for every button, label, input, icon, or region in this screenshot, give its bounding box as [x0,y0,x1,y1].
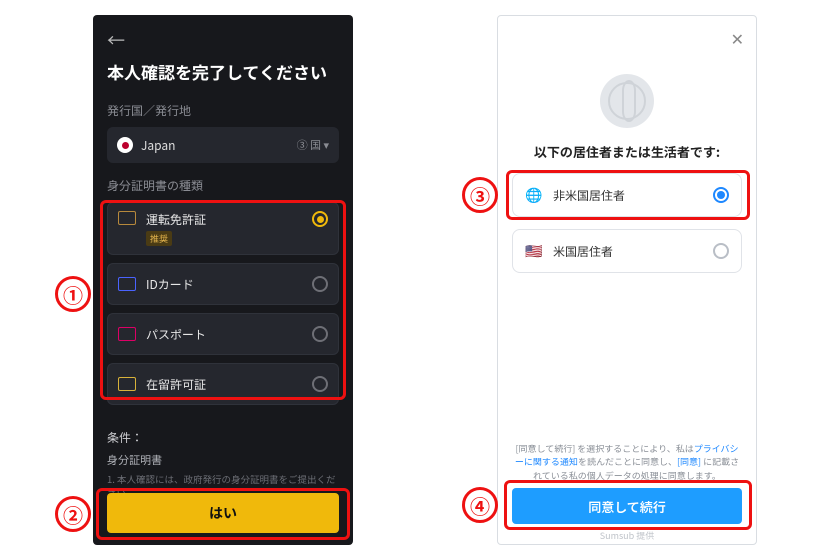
globe-small-icon: 🌐 [525,185,543,205]
kyc-dark-screen: ← 本人確認を完了してください 発行国／発行地 Japan ③ 国 ▾ 身分証明… [93,15,353,545]
us-flag-icon: 🇺🇸 [525,241,543,261]
country-section-label: 発行国／発行地 [107,102,339,119]
annotation-marker-3: ③ [462,177,498,213]
annotation-marker-4: ④ [462,487,498,523]
residency-option-us[interactable]: 🇺🇸 米国居住者 [512,229,742,273]
passport-icon [118,327,136,341]
back-icon[interactable]: ← [107,27,339,53]
agree-link[interactable]: [同意] [677,455,701,468]
residency-screen: ✕ 以下の居住者または生活者です: 🌐 非米国居住者 🇺🇸 米国居住者 [同意し… [497,15,757,545]
radio-unselected-icon [312,276,328,292]
japan-flag-icon [117,137,133,153]
doc-label: 在留許可証 [146,376,302,393]
doc-option-residence-permit[interactable]: 在留許可証 [107,363,339,405]
license-icon [118,211,136,225]
doc-option-passport[interactable]: パスポート [107,313,339,355]
country-name: Japan [141,137,175,154]
option-label: 米国居住者 [553,243,703,260]
radio-unselected-icon [312,326,328,342]
option-label: 非米国居住者 [553,187,703,204]
annotation-marker-2: ② [55,496,91,532]
doc-label: パスポート [146,326,302,343]
residence-permit-icon [118,377,136,391]
annotation-marker-1: ① [55,276,91,312]
recommended-tag: 推奨 [146,231,172,246]
residency-option-non-us[interactable]: 🌐 非米国居住者 [512,173,742,217]
country-selector[interactable]: Japan ③ 国 ▾ [107,127,339,163]
doc-option-drivers-license[interactable]: 運転免許証 推奨 [107,202,339,255]
country-dropdown-indicator: ③ 国 ▾ [297,137,329,153]
doc-label: 運転免許証 推奨 [146,211,302,246]
provider-label: Sumsub 提供 [498,529,756,542]
conditions-section: 身分証明書 [107,452,339,468]
document-type-list: 運転免許証 推奨 IDカード パスポート 在留許可証 [107,202,339,405]
globe-icon [600,74,654,128]
page-title: 本人確認を完了してください [107,59,339,84]
doc-label: IDカード [146,276,302,293]
conditions-title: 条件： [107,429,339,446]
radio-unselected-icon [312,376,328,392]
doc-option-id-card[interactable]: IDカード [107,263,339,305]
close-icon[interactable]: ✕ [731,26,744,50]
radio-selected-icon [312,211,328,227]
id-card-icon [118,277,136,291]
agree-continue-button[interactable]: 同意して続行 [512,488,742,524]
radio-selected-icon [713,187,729,203]
consent-text: [同意して続行] を選択することにより、私はプライバシーに関する通知を読んだこと… [512,442,742,483]
residency-heading: 以下の居住者または生活者です: [512,142,742,161]
radio-unselected-icon [713,243,729,259]
yes-button[interactable]: はい [107,493,339,533]
doc-section-label: 身分証明書の種類 [107,177,339,194]
